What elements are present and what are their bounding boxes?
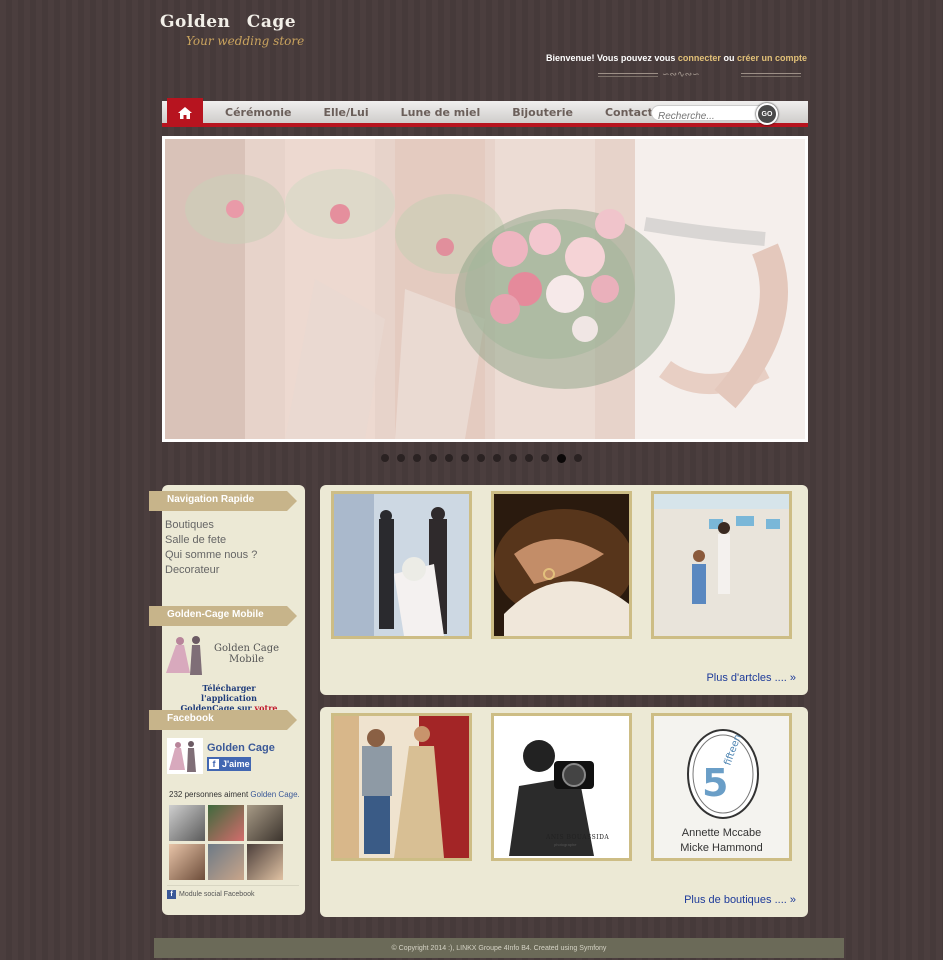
fan-avatar[interactable]: [208, 844, 244, 880]
fan-avatar[interactable]: [247, 844, 283, 880]
slider-dot[interactable]: [413, 454, 421, 462]
fan-avatar[interactable]: [169, 805, 205, 841]
welcome-text: Bienvenue! Vous pouvez vous: [546, 53, 676, 63]
nav-menu: Cérémonie Elle/Lui Lune de miel Bijouter…: [209, 101, 669, 123]
slider-dot[interactable]: [397, 454, 405, 462]
fan-avatar[interactable]: [169, 844, 205, 880]
site-logo[interactable]: Golden Cage Your wedding store: [160, 12, 304, 48]
couple-silhouette-icon: [166, 636, 202, 675]
fb-page-avatar[interactable]: [167, 738, 203, 774]
main-navbar: Cérémonie Elle/Lui Lune de miel Bijouter…: [162, 98, 808, 127]
shop-thumb-couple[interactable]: [331, 713, 472, 861]
fb-fans-grid: [169, 805, 283, 880]
login-link[interactable]: connecter: [678, 53, 721, 63]
facebook-widget: Golden Cage f J'aime 232 personnes aimen…: [167, 738, 300, 899]
welcome-or: ou: [723, 53, 735, 63]
nav-item-lune-de-miel[interactable]: Lune de miel: [385, 106, 497, 119]
slider-dot[interactable]: [574, 454, 582, 462]
slider-dot[interactable]: [381, 454, 389, 462]
beach-proposal-image: [654, 494, 789, 636]
slider-dot[interactable]: [525, 454, 533, 462]
slider-dot[interactable]: [493, 454, 501, 462]
slider-pagination: [381, 454, 582, 463]
sidebar-link-decorateur[interactable]: Decorateur: [165, 563, 257, 578]
register-link[interactable]: créer un compte: [737, 53, 807, 63]
logo-title: Golden Cage: [160, 12, 297, 32]
site-footer: © Copyright 2014 :), LINKX Groupe 4Info …: [154, 938, 844, 958]
fan-avatar[interactable]: [247, 805, 283, 841]
article-thumb-ceremony[interactable]: [331, 491, 472, 639]
fb-count-link[interactable]: Golden Cage.: [250, 790, 299, 799]
sidebar-heading-facebook: Facebook: [149, 710, 297, 730]
fifteen-logo-names: Annette Mccabe Micke Hammond: [680, 827, 763, 854]
welcome-message: Bienvenue! Vous pouvez vous connecter ou…: [546, 53, 807, 63]
nav-item-bijouterie[interactable]: Bijouterie: [496, 106, 589, 119]
slider-dot[interactable]: [509, 454, 517, 462]
fb-module-footer: f Module social Facebook: [167, 885, 299, 899]
search-go-button[interactable]: GO: [756, 103, 778, 125]
copyright-text: © Copyright 2014 :), LINKX Groupe 4Info …: [391, 944, 607, 952]
hero-slider[interactable]: [162, 136, 808, 442]
quick-nav-list: Boutiques Salle de fete Qui somme nous ?…: [165, 518, 257, 578]
couple-photo-image: [334, 716, 469, 858]
photographer-caption: ANIS BOUASSIDA: [546, 834, 610, 841]
sidebar-heading-nav: Navigation Rapide: [149, 491, 297, 511]
hero-bouquet-image: [165, 139, 805, 439]
fb-like-count: 232 personnes aiment Golden Cage.: [169, 790, 300, 799]
svg-text:5: 5: [702, 761, 728, 805]
shops-panel: ANIS BOUASSIDA photographe 5 fifteen Ann…: [320, 707, 808, 917]
home-button[interactable]: [167, 98, 203, 127]
search-input[interactable]: [652, 110, 762, 123]
slider-dot-active[interactable]: [557, 454, 566, 463]
nav-item-elle-lui[interactable]: Elle/Lui: [308, 106, 385, 119]
shop-thumb-fifteen[interactable]: 5 fifteen Annette Mccabe Micke Hammond: [651, 713, 792, 861]
sidebar-link-salle[interactable]: Salle de fete: [165, 533, 257, 548]
fb-page-name[interactable]: Golden Cage: [207, 742, 275, 754]
articles-panel: Plus d'artcles .... »: [320, 485, 808, 695]
mobile-app-name: Golden Cage Mobile: [214, 643, 280, 665]
nav-item-ceremonie[interactable]: Cérémonie: [209, 106, 308, 119]
slider-dot[interactable]: [477, 454, 485, 462]
article-thumb-beach-proposal[interactable]: [651, 491, 792, 639]
slider-dot[interactable]: [429, 454, 437, 462]
fb-like-button[interactable]: f J'aime: [207, 757, 251, 771]
article-thumb-rings[interactable]: [491, 491, 632, 639]
shop-thumb-photographer[interactable]: ANIS BOUASSIDA photographe: [491, 713, 632, 861]
sidebar-link-about[interactable]: Qui somme nous ?: [165, 548, 257, 563]
sidebar-heading-mobile: Golden-Cage Mobile: [149, 606, 297, 626]
ceremony-image: [334, 494, 469, 636]
home-icon: [178, 106, 192, 119]
logo-subtitle: Your wedding store: [186, 34, 305, 48]
facebook-icon: f: [209, 759, 219, 769]
header-ornament: ∽∾∿∾∽: [598, 69, 801, 79]
rings-hands-image: [494, 494, 629, 636]
sidebar-link-boutiques[interactable]: Boutiques: [165, 518, 257, 533]
facebook-icon: f: [167, 890, 176, 899]
slider-dot[interactable]: [461, 454, 469, 462]
sidebar: Navigation Rapide Boutiques Salle de fet…: [149, 485, 305, 915]
fan-avatar[interactable]: [208, 805, 244, 841]
mobile-app-promo[interactable]: Golden Cage Mobile Télécharger l'applica…: [164, 633, 284, 723]
photographer-subcaption: photographe: [554, 842, 577, 847]
slider-dot[interactable]: [541, 454, 549, 462]
more-articles-link[interactable]: Plus d'artcles .... »: [706, 672, 796, 684]
slider-dot[interactable]: [445, 454, 453, 462]
more-shops-link[interactable]: Plus de boutiques .... »: [684, 894, 796, 906]
